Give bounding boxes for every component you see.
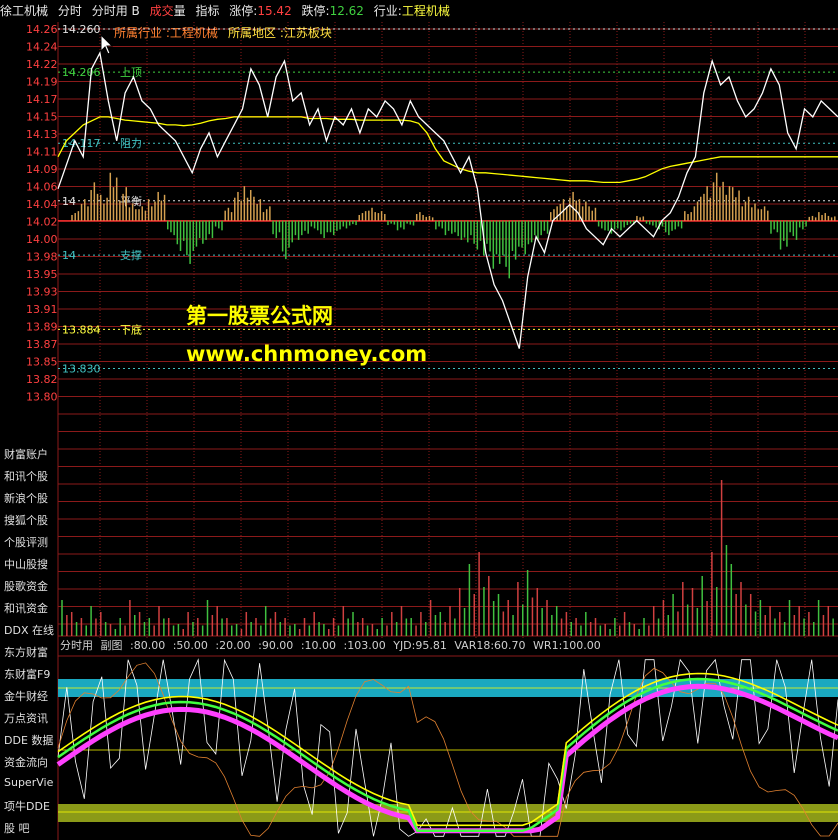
left-link-item[interactable]: SuperVie xyxy=(4,776,53,789)
level-value: 13.830 xyxy=(62,363,101,376)
level-label: 阻力 xyxy=(120,137,142,150)
subchart-param-4: :90.00 xyxy=(258,639,294,652)
level-value: 14.206 xyxy=(62,66,101,79)
level-value: 14 xyxy=(62,195,76,208)
price-axis-label: 13.85 xyxy=(26,356,58,369)
price-axis-label: 13.87 xyxy=(26,338,58,351)
limit-down: 跌停:12.62 xyxy=(301,4,364,18)
price-axis-label: 14.00 xyxy=(26,233,58,246)
limit-up: 涨停:15.42 xyxy=(229,4,292,18)
subchart-name[interactable]: 分时用 xyxy=(60,639,93,652)
subchart-var18: VAR18:60.70 xyxy=(454,639,526,652)
subchart-param-5: :10.00 xyxy=(300,639,337,652)
left-link-item[interactable]: 股歌资金 xyxy=(4,578,48,594)
price-axis-label: 14.26 xyxy=(26,23,58,36)
price-axis-label: 14.19 xyxy=(26,76,58,89)
subchart-band-bottom xyxy=(58,804,838,822)
watermark-title: 第一股票公式网 xyxy=(186,304,333,328)
subchart-param-6: :103.00 xyxy=(343,639,386,652)
left-link-item[interactable]: 新浪个股 xyxy=(4,490,48,506)
subchart-header: 分时用 副图 :80.00 :50.00 :20.00 :90.00 :10.0… xyxy=(60,638,605,654)
subchart-param-2: :50.00 xyxy=(172,639,208,652)
price-axis-label: 14.02 xyxy=(26,216,58,229)
price-axis-label: 13.91 xyxy=(26,303,58,316)
tab-intraday[interactable]: 分时 xyxy=(58,4,82,18)
level-label: 上顶 xyxy=(120,66,142,79)
level-value: 14 xyxy=(62,249,76,262)
info-industry: 所属行业 :工程机械 xyxy=(114,25,218,40)
price-axis-label: 14.24 xyxy=(26,41,58,54)
left-link-item[interactable]: DDX 在线 xyxy=(4,622,54,638)
level-label: 支撑 xyxy=(120,248,142,262)
price-axis-label: 13.89 xyxy=(26,321,58,334)
subchart-mode[interactable]: 副图 xyxy=(101,639,123,652)
subchart-param-3: :20.00 xyxy=(215,639,251,652)
subchart-yjd: YJD:95.81 xyxy=(393,639,447,652)
price-axis-label: 13.93 xyxy=(26,286,58,299)
tab-intraday-volume[interactable]: 分时用 B xyxy=(92,4,140,18)
left-link-item[interactable]: 财富账户 xyxy=(4,446,48,462)
stock-name: 徐工机械 xyxy=(0,4,49,18)
price-axis-label: 14.17 xyxy=(26,93,58,106)
subchart-wr1: WR1:100.00 xyxy=(533,639,601,652)
price-axis-label: 14.09 xyxy=(26,163,58,176)
level-value: 14.260 xyxy=(62,23,101,36)
left-link-item[interactable]: DDE 数据 xyxy=(4,732,53,748)
price-axis-label: 14.11 xyxy=(26,146,58,159)
price-axis-label: 13.82 xyxy=(26,373,58,386)
price-axis-label: 14.13 xyxy=(26,128,58,141)
price-axis-label: 14.06 xyxy=(26,181,58,194)
left-link-item[interactable]: 东财富F9 xyxy=(4,666,50,682)
tab-volume[interactable]: 成交量 xyxy=(150,4,186,18)
left-link-item[interactable]: 搜狐个股 xyxy=(4,512,48,528)
intraday-chart[interactable]: 14.26 14.24 14.22 14.19 14.17 14.15 14.13 14.11… xyxy=(0,0,838,840)
titlebar: 徐工机械 分时 分时用 B 成交量 指标 涨停:15.42 跌停:12.62 行… xyxy=(0,0,838,22)
left-link-item[interactable]: 万点资讯 xyxy=(4,710,48,726)
price-axis-label: 13.95 xyxy=(26,268,58,281)
tab-indicator[interactable]: 指标 xyxy=(195,4,219,18)
left-link-item[interactable]: 个股评测 xyxy=(4,534,48,550)
left-link-item[interactable]: 和讯个股 xyxy=(4,468,48,484)
watermark-url: www.chnmoney.com xyxy=(186,342,428,366)
subchart-param-1: :80.00 xyxy=(130,639,166,652)
left-link-item[interactable]: 资金流向 xyxy=(4,754,48,770)
left-link-item[interactable]: 项牛DDE xyxy=(4,798,50,814)
left-link-item[interactable]: 东方财富 xyxy=(4,644,48,660)
info-region: 所属地区 :江苏板块 xyxy=(228,26,332,40)
industry: 行业:工程机械 xyxy=(373,4,450,18)
price-axis-label: 13.98 xyxy=(26,251,58,264)
left-link-item[interactable]: 和讯资金 xyxy=(4,600,48,616)
level-value: 13.884 xyxy=(62,323,101,336)
left-link-item[interactable]: 股 吧 xyxy=(4,820,30,836)
mouse-cursor-icon xyxy=(100,34,114,55)
left-link-item[interactable]: 中山股搜 xyxy=(4,556,48,572)
price-axis-label: 14.22 xyxy=(26,58,58,71)
price-axis-label: 14.15 xyxy=(26,111,58,124)
left-link-item[interactable]: 金牛财经 xyxy=(4,688,48,704)
price-axis-label: 14.04 xyxy=(26,198,58,211)
level-label: 下底 xyxy=(120,322,142,336)
price-axis-label: 13.80 xyxy=(26,391,58,404)
